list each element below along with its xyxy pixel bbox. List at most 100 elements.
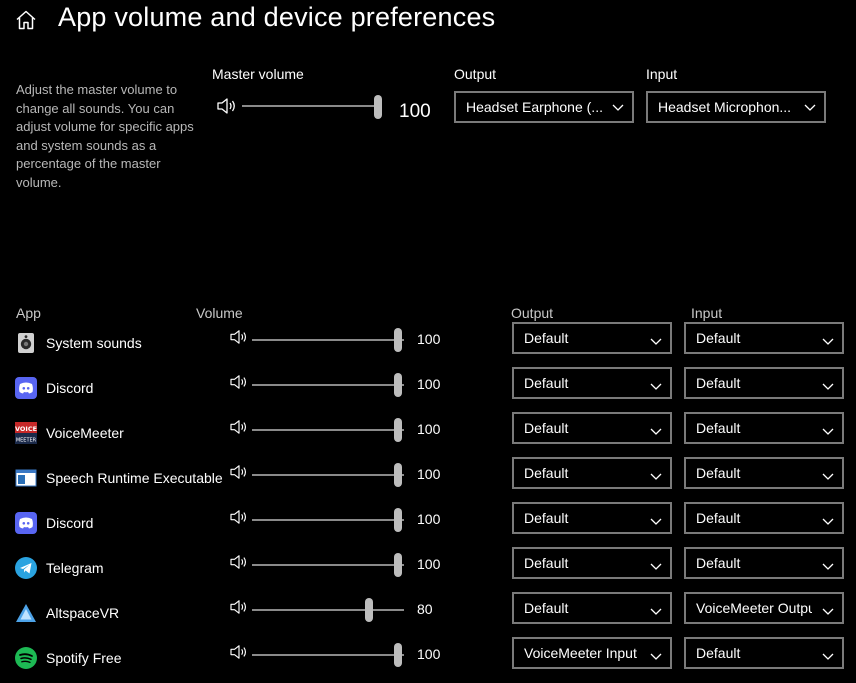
app-volume-track[interactable] xyxy=(252,564,404,566)
master-volume-track[interactable] xyxy=(242,105,378,107)
app-input-value: Default xyxy=(696,330,741,346)
app-volume-value: 100 xyxy=(417,376,441,392)
column-header-output: Output xyxy=(511,305,554,321)
chevron-down-icon xyxy=(822,648,834,660)
app-input-value: Default xyxy=(696,645,741,661)
app-volume-track[interactable] xyxy=(252,654,404,656)
column-header-volume: Volume xyxy=(196,305,243,321)
master-output-label: Output xyxy=(454,66,497,82)
app-output-value: Default xyxy=(524,510,569,526)
speaker-icon[interactable] xyxy=(229,599,251,617)
app-volume-thumb[interactable] xyxy=(394,508,402,532)
chevron-down-icon xyxy=(822,423,834,435)
app-name: Speech Runtime Executable xyxy=(46,470,223,486)
speaker-icon[interactable] xyxy=(229,509,251,527)
master-volume-label: Master volume xyxy=(212,66,304,82)
app-volume-value: 100 xyxy=(417,556,441,572)
speaker-icon[interactable] xyxy=(229,374,251,392)
app-volume-track[interactable] xyxy=(252,339,404,341)
app-output-value: VoiceMeeter Input xyxy=(524,645,637,661)
master-output-dropdown[interactable]: Headset Earphone (... xyxy=(454,91,634,123)
app-output-dropdown[interactable]: Default xyxy=(512,502,672,534)
app-volume-thumb[interactable] xyxy=(394,418,402,442)
app-input-value: Default xyxy=(696,375,741,391)
app-volume-thumb[interactable] xyxy=(394,553,402,577)
speaker-icon[interactable] xyxy=(229,554,251,572)
master-input-value: Headset Microphon... xyxy=(658,99,792,115)
chevron-down-icon xyxy=(650,468,662,480)
app-input-dropdown[interactable]: Default xyxy=(684,322,844,354)
app-input-value: Default xyxy=(696,510,741,526)
app-output-dropdown[interactable]: Default xyxy=(512,367,672,399)
master-input-dropdown[interactable]: Headset Microphon... xyxy=(646,91,826,123)
app-volume-value: 100 xyxy=(417,331,441,347)
app-volume-thumb[interactable] xyxy=(394,328,402,352)
master-volume-thumb[interactable] xyxy=(374,95,382,119)
app-volume-thumb[interactable] xyxy=(394,463,402,487)
altspacevr-icon xyxy=(15,602,37,624)
chevron-down-icon xyxy=(804,104,816,111)
chevron-down-icon xyxy=(650,333,662,345)
app-volume-value: 80 xyxy=(417,601,433,617)
app-volume-track[interactable] xyxy=(252,519,404,521)
column-header-input: Input xyxy=(691,305,723,321)
app-volume-track[interactable] xyxy=(252,609,404,611)
app-output-value: Default xyxy=(524,330,569,346)
chevron-down-icon xyxy=(650,603,662,615)
spotify-icon xyxy=(15,647,37,669)
app-volume-thumb[interactable] xyxy=(365,598,373,622)
app-input-dropdown[interactable]: Default xyxy=(684,457,844,489)
home-icon[interactable] xyxy=(14,8,38,32)
app-input-value: Default xyxy=(696,420,741,436)
app-name: VoiceMeeter xyxy=(46,425,124,441)
speaker-device-icon xyxy=(15,332,37,354)
chevron-down-icon xyxy=(650,423,662,435)
chevron-down-icon xyxy=(822,378,834,390)
app-output-dropdown[interactable]: Default xyxy=(512,592,672,624)
app-name: Telegram xyxy=(46,560,104,576)
app-output-value: Default xyxy=(524,465,569,481)
app-volume-value: 100 xyxy=(417,646,441,662)
app-output-dropdown[interactable]: Default xyxy=(512,547,672,579)
chevron-down-icon xyxy=(822,333,834,345)
app-input-dropdown[interactable]: Default xyxy=(684,637,844,669)
app-volume-value: 100 xyxy=(417,466,441,482)
page-title: App volume and device preferences xyxy=(58,2,496,32)
chevron-down-icon xyxy=(612,104,624,111)
speaker-icon[interactable] xyxy=(229,329,251,347)
app-input-dropdown[interactable]: Default xyxy=(684,367,844,399)
app-volume-thumb[interactable] xyxy=(394,373,402,397)
app-input-dropdown[interactable]: Default xyxy=(684,547,844,579)
speaker-icon[interactable] xyxy=(229,464,251,482)
app-input-dropdown[interactable]: VoiceMeeter Outpu xyxy=(684,592,844,624)
speaker-icon[interactable] xyxy=(229,419,251,437)
speaker-icon[interactable] xyxy=(216,97,238,115)
window-app-icon xyxy=(15,467,37,489)
chevron-down-icon xyxy=(650,648,662,660)
column-header-app: App xyxy=(16,305,41,321)
app-volume-value: 100 xyxy=(417,421,441,437)
chevron-down-icon xyxy=(650,378,662,390)
chevron-down-icon xyxy=(650,513,662,525)
app-output-value: Default xyxy=(524,420,569,436)
speaker-icon[interactable] xyxy=(229,644,251,662)
app-input-value: Default xyxy=(696,465,741,481)
app-volume-track[interactable] xyxy=(252,474,404,476)
chevron-down-icon xyxy=(650,558,662,570)
app-output-dropdown[interactable]: Default xyxy=(512,322,672,354)
app-input-value: VoiceMeeter Outpu xyxy=(696,600,812,616)
app-input-dropdown[interactable]: Default xyxy=(684,412,844,444)
app-name: Spotify Free xyxy=(46,650,122,666)
telegram-icon xyxy=(15,557,37,579)
app-output-dropdown[interactable]: Default xyxy=(512,412,672,444)
chevron-down-icon xyxy=(822,603,834,615)
app-output-value: Default xyxy=(524,555,569,571)
app-volume-thumb[interactable] xyxy=(394,643,402,667)
app-volume-value: 100 xyxy=(417,511,441,527)
app-output-dropdown[interactable]: Default xyxy=(512,457,672,489)
app-volume-track[interactable] xyxy=(252,429,404,431)
app-input-value: Default xyxy=(696,555,741,571)
app-volume-track[interactable] xyxy=(252,384,404,386)
app-output-dropdown[interactable]: VoiceMeeter Input xyxy=(512,637,672,669)
app-input-dropdown[interactable]: Default xyxy=(684,502,844,534)
